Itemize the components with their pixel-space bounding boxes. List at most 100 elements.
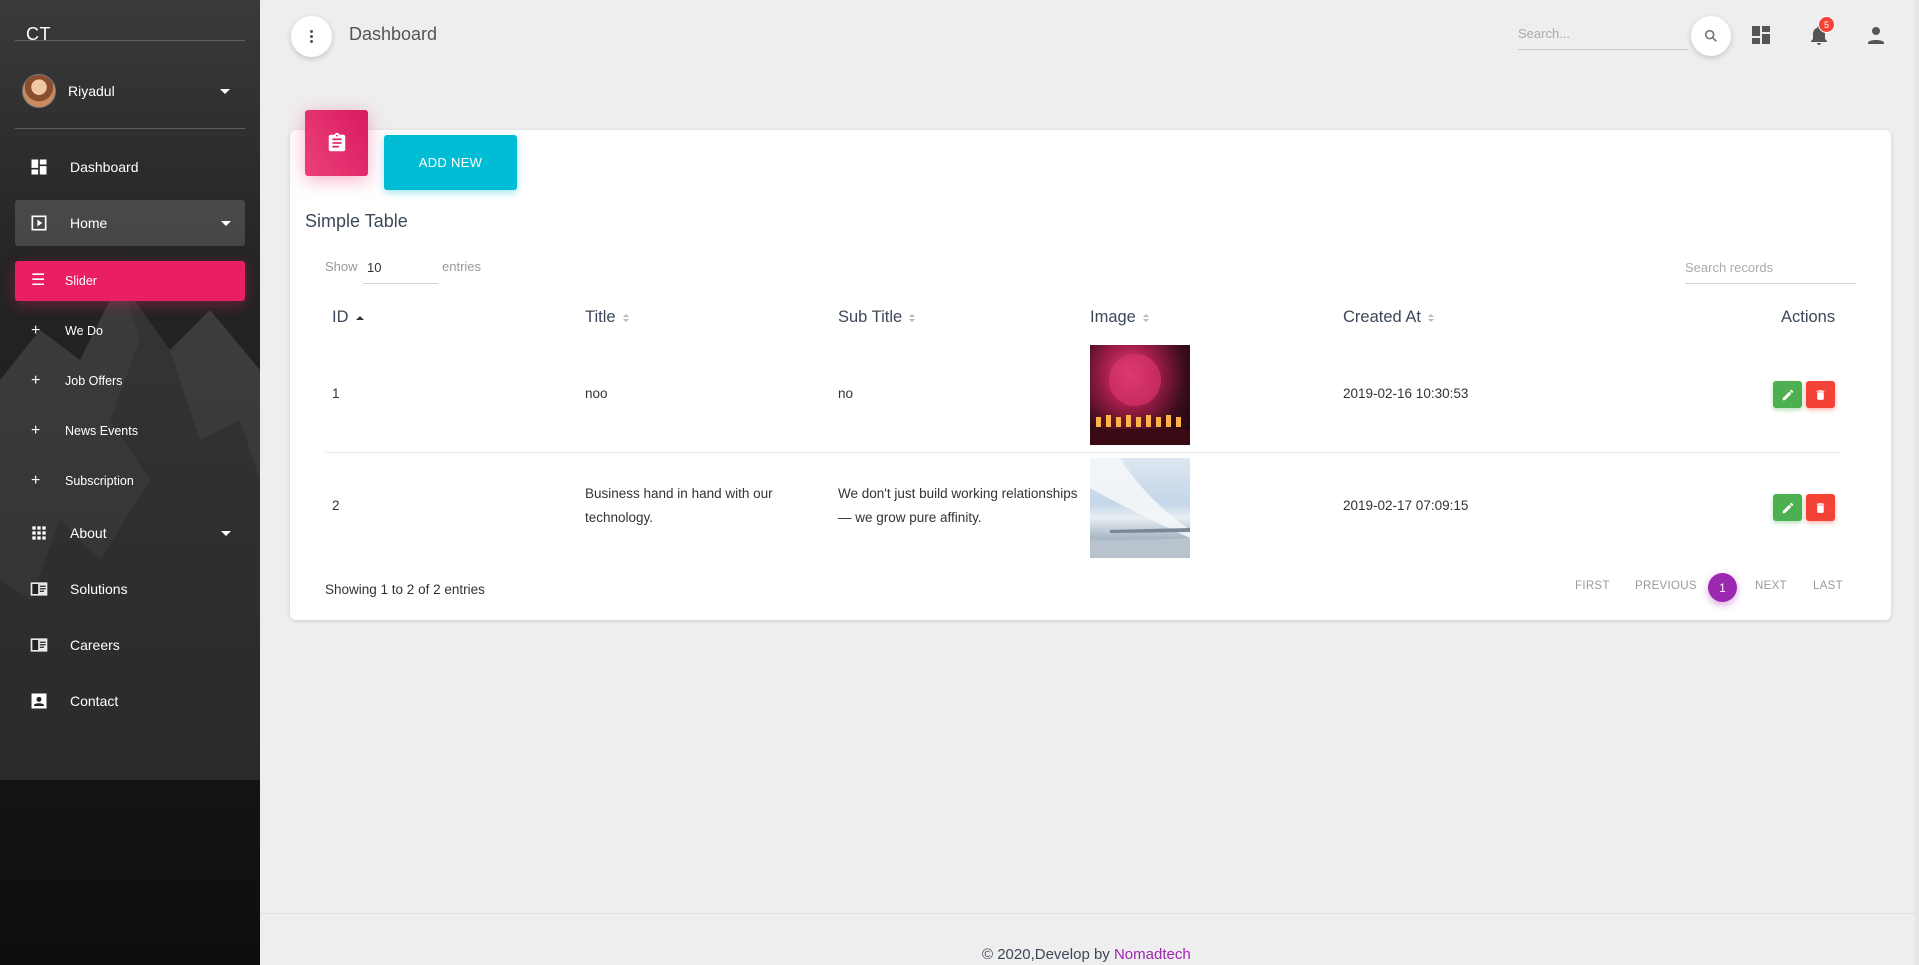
chevron-down-icon [220,89,230,94]
sidebar-item-label: Careers [70,637,120,653]
column-header-label: Title [585,308,616,326]
cell-subtitle: no [838,386,854,401]
delete-button[interactable] [1806,494,1835,521]
more-vert-icon [310,30,313,43]
apps-grid-icon [32,526,46,540]
edit-button[interactable] [1773,494,1802,521]
sidebar-item-label: Slider [65,274,97,288]
sort-icon [622,313,629,322]
sidebar-item-label: Job Offers [65,374,123,388]
sidebar-item-subscription[interactable]: + Subscription [15,461,245,501]
pencil-icon [1782,502,1793,513]
cell-id: 1 [332,386,340,401]
plus-icon: + [31,372,41,389]
avatar [22,74,56,108]
entries-value: 10 [367,260,382,275]
sidebar-item-news-events[interactable]: + News Events [15,411,245,451]
footer-link[interactable]: Nomadtech [1114,946,1191,963]
sidebar-item-label: News Events [65,424,138,438]
search-icon [1704,29,1717,42]
column-header-actions: Actions [1781,308,1835,327]
cell-id: 2 [332,498,340,513]
sidebar-toggle-button[interactable] [291,16,332,57]
person-icon[interactable] [1864,23,1888,47]
sidebar-item-label: We Do [65,324,103,338]
divider [15,128,245,129]
column-header-label: Actions [1781,308,1836,326]
sidebar-item-label: Contact [70,693,119,709]
sidebar-item-solutions[interactable]: Solutions [15,566,245,612]
sidebar-item-label: About [70,525,107,541]
sidebar-item-about[interactable]: About [15,510,245,556]
plus-icon: + [31,322,41,339]
page-title: Dashboard [349,24,438,44]
column-header-subtitle[interactable]: Sub Title [838,308,916,327]
delete-button[interactable] [1806,381,1835,408]
edit-button[interactable] [1773,381,1802,408]
chevron-down-icon [221,531,231,536]
column-header-title[interactable]: Title [585,308,629,327]
sidebar-item-job-offers[interactable]: + Job Offers [15,361,245,401]
column-header-label: Image [1090,308,1136,326]
sidebar-item-we-do[interactable]: + We Do [15,311,245,351]
plus-icon: + [31,422,41,439]
brand-logo[interactable]: CT [26,24,51,45]
pagination-next[interactable]: NEXT [1755,580,1787,592]
card-title: Simple Table [305,211,408,231]
cell-created-at: 2019-02-16 10:30:53 [1343,386,1469,401]
cell-created-at: 2019-02-17 07:09:15 [1343,498,1469,513]
sidebar-item-slider[interactable]: ☰ Slider [15,261,245,301]
list-icon: ☰ [31,272,46,289]
column-header-created-at[interactable]: Created At [1343,308,1434,327]
architecture-image [1090,458,1190,558]
search-button[interactable] [1691,16,1731,56]
column-header-label: ID [332,308,349,326]
footer: © 2020,Develop by Nomadtech [982,946,1191,963]
show-label: Show [325,259,358,274]
row-image [1090,345,1190,445]
user-menu[interactable]: Riyadul [22,74,230,108]
trash-icon [1816,502,1825,513]
play-box-icon [31,215,47,231]
column-header-label: Sub Title [838,308,903,326]
sidebar-item-contact[interactable]: Contact [15,678,245,724]
footer-text: © 2020,Develop by [982,946,1114,963]
search-input[interactable] [1518,18,1688,50]
sidebar: CT Riyadul Dashboard Home ☰ Slider + We … [0,0,260,965]
sidebar-item-careers[interactable]: Careers [15,622,245,668]
notification-badge: 5 [1818,16,1835,33]
cell-subtitle: We don't just build working relationship… [838,486,1078,525]
card-header-icon [305,110,368,176]
birthday-candles-image [1090,354,1190,445]
clipboard-icon [328,132,345,152]
trash-icon [1816,389,1825,400]
column-header-label: Created At [1343,308,1421,326]
cell-title: Business hand in hand with our technolog… [585,486,773,525]
column-header-image[interactable]: Image [1090,308,1149,327]
sort-asc-icon [355,315,364,320]
plus-icon: + [31,472,41,489]
pagination-last[interactable]: LAST [1813,580,1843,592]
pencil-icon [1782,389,1793,400]
sidebar-item-dashboard[interactable]: Dashboard [15,144,245,190]
sidebar-item-label: Dashboard [70,159,139,175]
footer-divider [260,913,1919,914]
search-records-input[interactable] [1685,252,1856,284]
pagination-page-current[interactable]: 1 [1708,573,1737,602]
row-divider [325,452,1841,453]
sidebar-item-home[interactable]: Home [15,200,245,246]
contact-card-icon [31,693,47,709]
cell-title: noo [585,386,608,401]
chrome-reader-icon [30,638,48,652]
dashboard-icon[interactable] [1749,23,1773,47]
sort-icon [1427,313,1434,322]
pagination-first[interactable]: FIRST [1575,580,1610,592]
column-header-id[interactable]: ID [332,308,364,327]
entries-select[interactable]: 10 [363,252,438,284]
scrollbar[interactable] [1915,0,1919,965]
pagination-previous[interactable]: PREVIOUS [1635,580,1697,592]
dashboard-icon [31,159,47,175]
table-info: Showing 1 to 2 of 2 entries [325,582,485,597]
add-new-button[interactable]: ADD NEW [384,135,517,190]
row-image [1090,458,1190,558]
